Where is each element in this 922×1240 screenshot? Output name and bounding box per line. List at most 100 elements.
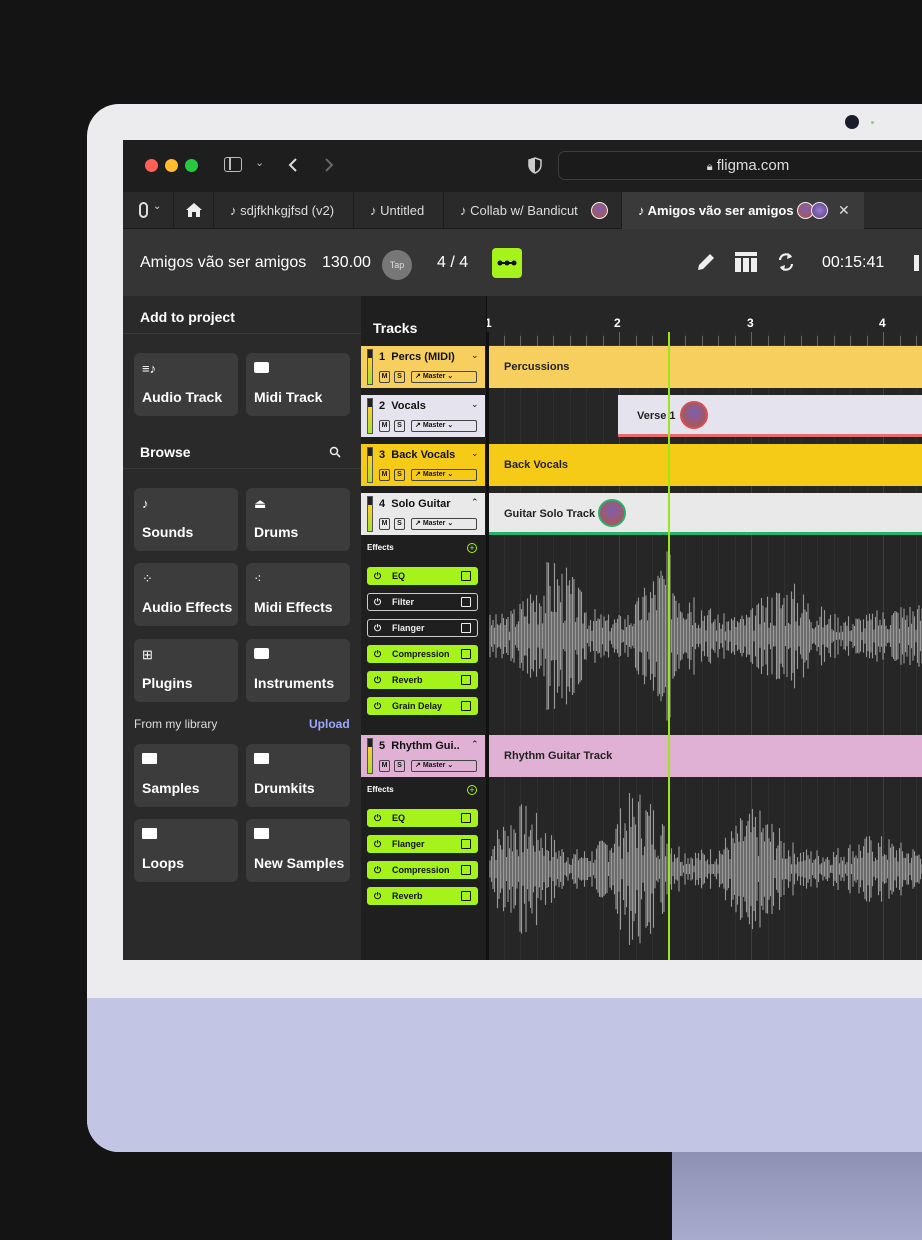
- clip-guitar-solo[interactable]: Guitar Solo Track: [487, 493, 922, 535]
- new-samples-folder[interactable]: New Samples: [246, 819, 350, 882]
- back-icon[interactable]: [287, 157, 299, 173]
- track-header-3[interactable]: 3 Back Vocals ⌄ M S ↗ Master ⌄: [361, 444, 485, 486]
- chevron-up-icon[interactable]: ⌃: [471, 739, 479, 750]
- track-header-1[interactable]: 1 Percs (MIDI) ⌄ M S ↗ Master ⌄: [361, 346, 485, 388]
- effect-reverb[interactable]: ⏻ Reverb: [367, 671, 478, 689]
- power-icon[interactable]: ⏻: [374, 862, 381, 878]
- route-select[interactable]: ↗ Master ⌄: [411, 760, 477, 772]
- chevron-down-icon[interactable]: ⌄: [471, 350, 479, 361]
- arrangement-view[interactable]: 1 2 3 4 Percussions Verse 1 Back Vocals …: [487, 296, 922, 960]
- open-external-icon[interactable]: [461, 701, 471, 711]
- effect-eq[interactable]: ⏻ EQ: [367, 567, 478, 585]
- route-select[interactable]: ↗ Master ⌄: [411, 518, 477, 530]
- effect-filter[interactable]: ⏻ Filter: [367, 593, 478, 611]
- solo-button[interactable]: S: [394, 469, 405, 481]
- plugins-button[interactable]: ⊞ Plugins: [134, 639, 238, 702]
- chevron-down-icon[interactable]: ⌄: [471, 448, 479, 459]
- open-external-icon[interactable]: [461, 865, 471, 875]
- power-icon[interactable]: ⏻: [374, 620, 381, 636]
- tab-amigos-vao-ser-amigos[interactable]: ♪ Amigos vão ser amigos ✕: [621, 192, 864, 229]
- mute-button[interactable]: M: [379, 469, 390, 481]
- effect-flanger[interactable]: ⏻ Flanger: [367, 835, 478, 853]
- open-external-icon[interactable]: [461, 839, 471, 849]
- shield-icon[interactable]: [528, 157, 542, 174]
- chevron-up-icon[interactable]: ⌃: [471, 497, 479, 508]
- tab-collab-w-bandicut[interactable]: ♪ Collab w/ Bandicut: [443, 192, 621, 229]
- pencil-icon[interactable]: [696, 252, 716, 272]
- tab-sdjfkhkgjfsd[interactable]: ♪ sdjfkhkgjfsd (v2): [213, 192, 353, 229]
- audio-effects-button[interactable]: ⁘ Audio Effects: [134, 563, 238, 626]
- chevron-down-icon[interactable]: ⌄: [471, 399, 479, 410]
- route-select[interactable]: ↗ Master ⌄: [411, 469, 477, 481]
- solo-button[interactable]: S: [394, 518, 405, 530]
- mute-button[interactable]: M: [379, 420, 390, 432]
- samples-folder[interactable]: Samples: [134, 744, 238, 807]
- effect-flanger[interactable]: ⏻ Flanger: [367, 619, 478, 637]
- mute-button[interactable]: M: [379, 518, 390, 530]
- open-external-icon[interactable]: [461, 891, 471, 901]
- midi-effects-button[interactable]: ⁖ Midi Effects: [246, 563, 350, 626]
- mute-button[interactable]: M: [379, 371, 390, 383]
- solo-button[interactable]: S: [394, 760, 405, 772]
- effect-grain-delay[interactable]: ⏻ Grain Delay: [367, 697, 478, 715]
- maximize-window-button[interactable]: [185, 159, 198, 172]
- drums-button[interactable]: ⏏ Drums: [246, 488, 350, 551]
- power-icon[interactable]: ⏻: [374, 810, 381, 826]
- route-select[interactable]: ↗ Master ⌄: [411, 371, 477, 383]
- open-external-icon[interactable]: [461, 813, 471, 823]
- open-external-icon[interactable]: [461, 571, 471, 581]
- effect-compression[interactable]: ⏻ Compression: [367, 861, 478, 879]
- power-icon[interactable]: ⏻: [374, 672, 381, 688]
- time-signature[interactable]: 4 / 4: [437, 254, 468, 272]
- loops-folder[interactable]: Loops: [134, 819, 238, 882]
- mute-button[interactable]: M: [379, 760, 390, 772]
- power-icon[interactable]: ⏻: [374, 888, 381, 904]
- bpm-field[interactable]: 130.00: [322, 254, 371, 272]
- solo-button[interactable]: S: [394, 371, 405, 383]
- search-icon[interactable]: [329, 446, 341, 458]
- solo-button[interactable]: S: [394, 420, 405, 432]
- chevron-down-icon[interactable]: ⌄: [153, 201, 161, 212]
- sidebar-toggle-icon[interactable]: [224, 157, 242, 172]
- power-icon[interactable]: ⏻: [374, 568, 381, 584]
- metronome-button[interactable]: [492, 248, 522, 278]
- close-tab-icon[interactable]: ✕: [838, 192, 850, 229]
- power-icon[interactable]: ⏻: [374, 836, 381, 852]
- power-icon[interactable]: ⏻: [374, 698, 381, 714]
- mixer-icon[interactable]: [735, 252, 757, 272]
- track-header-2[interactable]: 2 Vocals ⌄ M S ↗ Master ⌄: [361, 395, 485, 437]
- route-select[interactable]: ↗ Master ⌄: [411, 420, 477, 432]
- tap-button[interactable]: Tap: [382, 250, 412, 280]
- clip-back-vocals[interactable]: Back Vocals: [487, 444, 922, 486]
- open-external-icon[interactable]: [461, 675, 471, 685]
- extension-icon[interactable]: [139, 202, 148, 218]
- open-external-icon[interactable]: [461, 649, 471, 659]
- close-window-button[interactable]: [145, 159, 158, 172]
- loop-icon[interactable]: [776, 251, 796, 273]
- clip-percussions[interactable]: Percussions: [487, 346, 922, 388]
- upload-link[interactable]: Upload: [309, 717, 350, 731]
- instruments-button[interactable]: Instruments: [246, 639, 350, 702]
- clip-rhythm-guitar[interactable]: Rhythm Guitar Track: [487, 735, 922, 777]
- effect-compression[interactable]: ⏻ Compression: [367, 645, 478, 663]
- project-name[interactable]: Amigos vão ser amigos: [140, 254, 306, 272]
- add-effect-icon[interactable]: +: [467, 543, 477, 553]
- forward-icon[interactable]: [323, 157, 335, 173]
- tab-untitled[interactable]: ♪ Untitled: [353, 192, 443, 229]
- drumkits-folder[interactable]: Drumkits: [246, 744, 350, 807]
- minimize-window-button[interactable]: [165, 159, 178, 172]
- effect-reverb[interactable]: ⏻ Reverb: [367, 887, 478, 905]
- playhead[interactable]: [668, 332, 670, 960]
- open-external-icon[interactable]: [461, 597, 471, 607]
- home-button[interactable]: [173, 192, 213, 229]
- add-effect-icon[interactable]: +: [467, 785, 477, 795]
- power-icon[interactable]: ⏻: [374, 646, 381, 662]
- effect-eq[interactable]: ⏻ EQ: [367, 809, 478, 827]
- track-header-5[interactable]: 5 Rhythm Gui.. ⌃ M S ↗ Master ⌄: [361, 735, 485, 777]
- chevron-down-icon[interactable]: ⌄: [255, 156, 264, 169]
- open-external-icon[interactable]: [461, 623, 471, 633]
- track-header-4[interactable]: 4 Solo Guitar ⌃ M S ↗ Master ⌄: [361, 493, 485, 535]
- address-bar[interactable]: 🔒︎ fligma.com: [558, 151, 922, 180]
- power-icon[interactable]: ⏻: [374, 594, 381, 610]
- stop-icon[interactable]: [914, 255, 919, 271]
